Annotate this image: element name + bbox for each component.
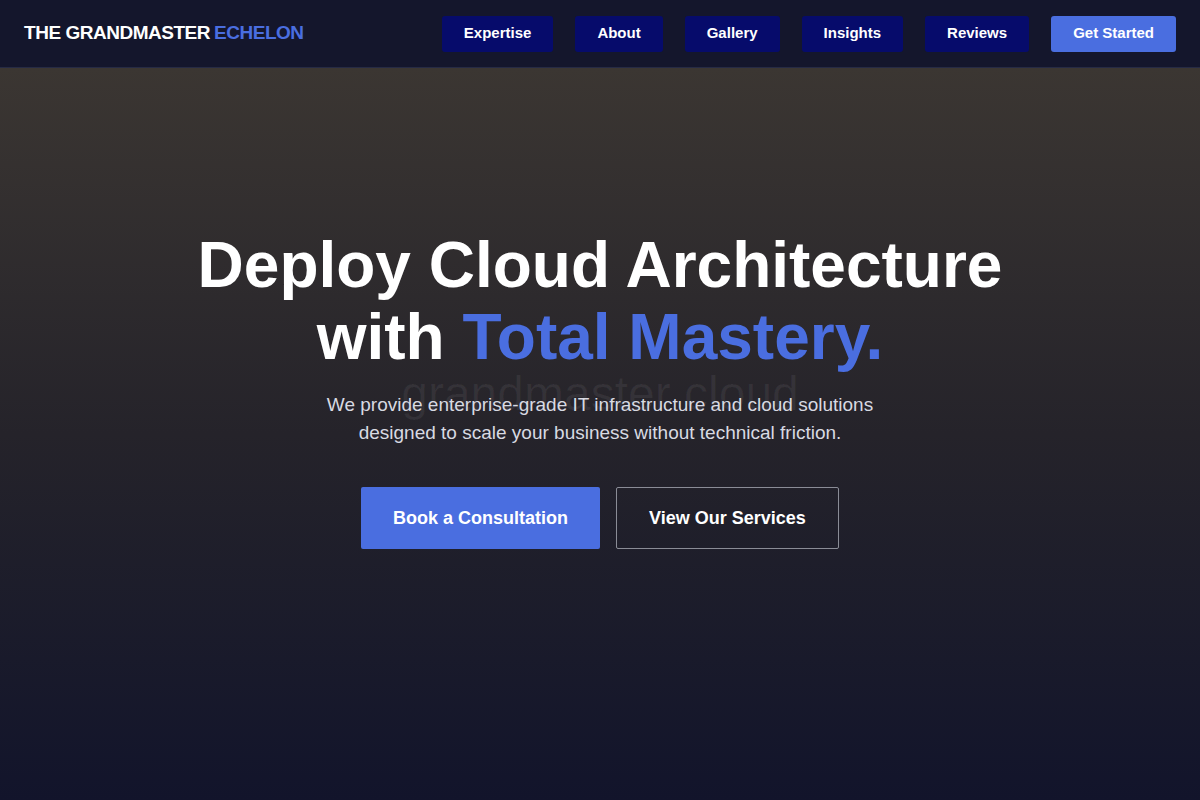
hero-title: Deploy Cloud Architecturewith Total Mast… — [198, 229, 1003, 373]
get-started-button[interactable]: Get Started — [1051, 16, 1176, 52]
hero-title-highlight: Total Mastery. — [462, 301, 883, 373]
nav-item[interactable]: Insights — [802, 16, 904, 52]
nav-item[interactable]: Gallery — [685, 16, 780, 52]
hero-actions: Book a Consultation View Our Services — [361, 487, 839, 549]
nav-item[interactable]: Expertise — [442, 16, 554, 52]
logo-name: THE GRANDMASTER — [24, 19, 210, 48]
nav-item[interactable]: About — [575, 16, 662, 52]
landing-page: THE GRANDMASTERECHELON Expertise About Gall… — [0, 0, 1200, 800]
hero-subtitle: We provide enterprise-grade IT infrastru… — [327, 391, 873, 447]
nav-menu: Expertise About Gallery Insights Reviews Get … — [442, 16, 1176, 52]
hero: grandmaster cloudDeploy Cloud Architectu… — [0, 68, 1200, 800]
hero-title-line: with Total Mastery. — [198, 301, 1003, 373]
hero-title-line: Deploy Cloud Architecture — [198, 229, 1003, 301]
consultation-button[interactable]: Book a Consultation — [361, 487, 600, 549]
logo[interactable]: THE GRANDMASTERECHELON — [24, 19, 304, 48]
logo-accent: ECHELON — [214, 19, 304, 48]
nav-item[interactable]: Reviews — [925, 16, 1029, 52]
services-button[interactable]: View Our Services — [616, 487, 839, 549]
nav-bar: THE GRANDMASTERECHELON Expertise About Gall… — [0, 0, 1200, 68]
